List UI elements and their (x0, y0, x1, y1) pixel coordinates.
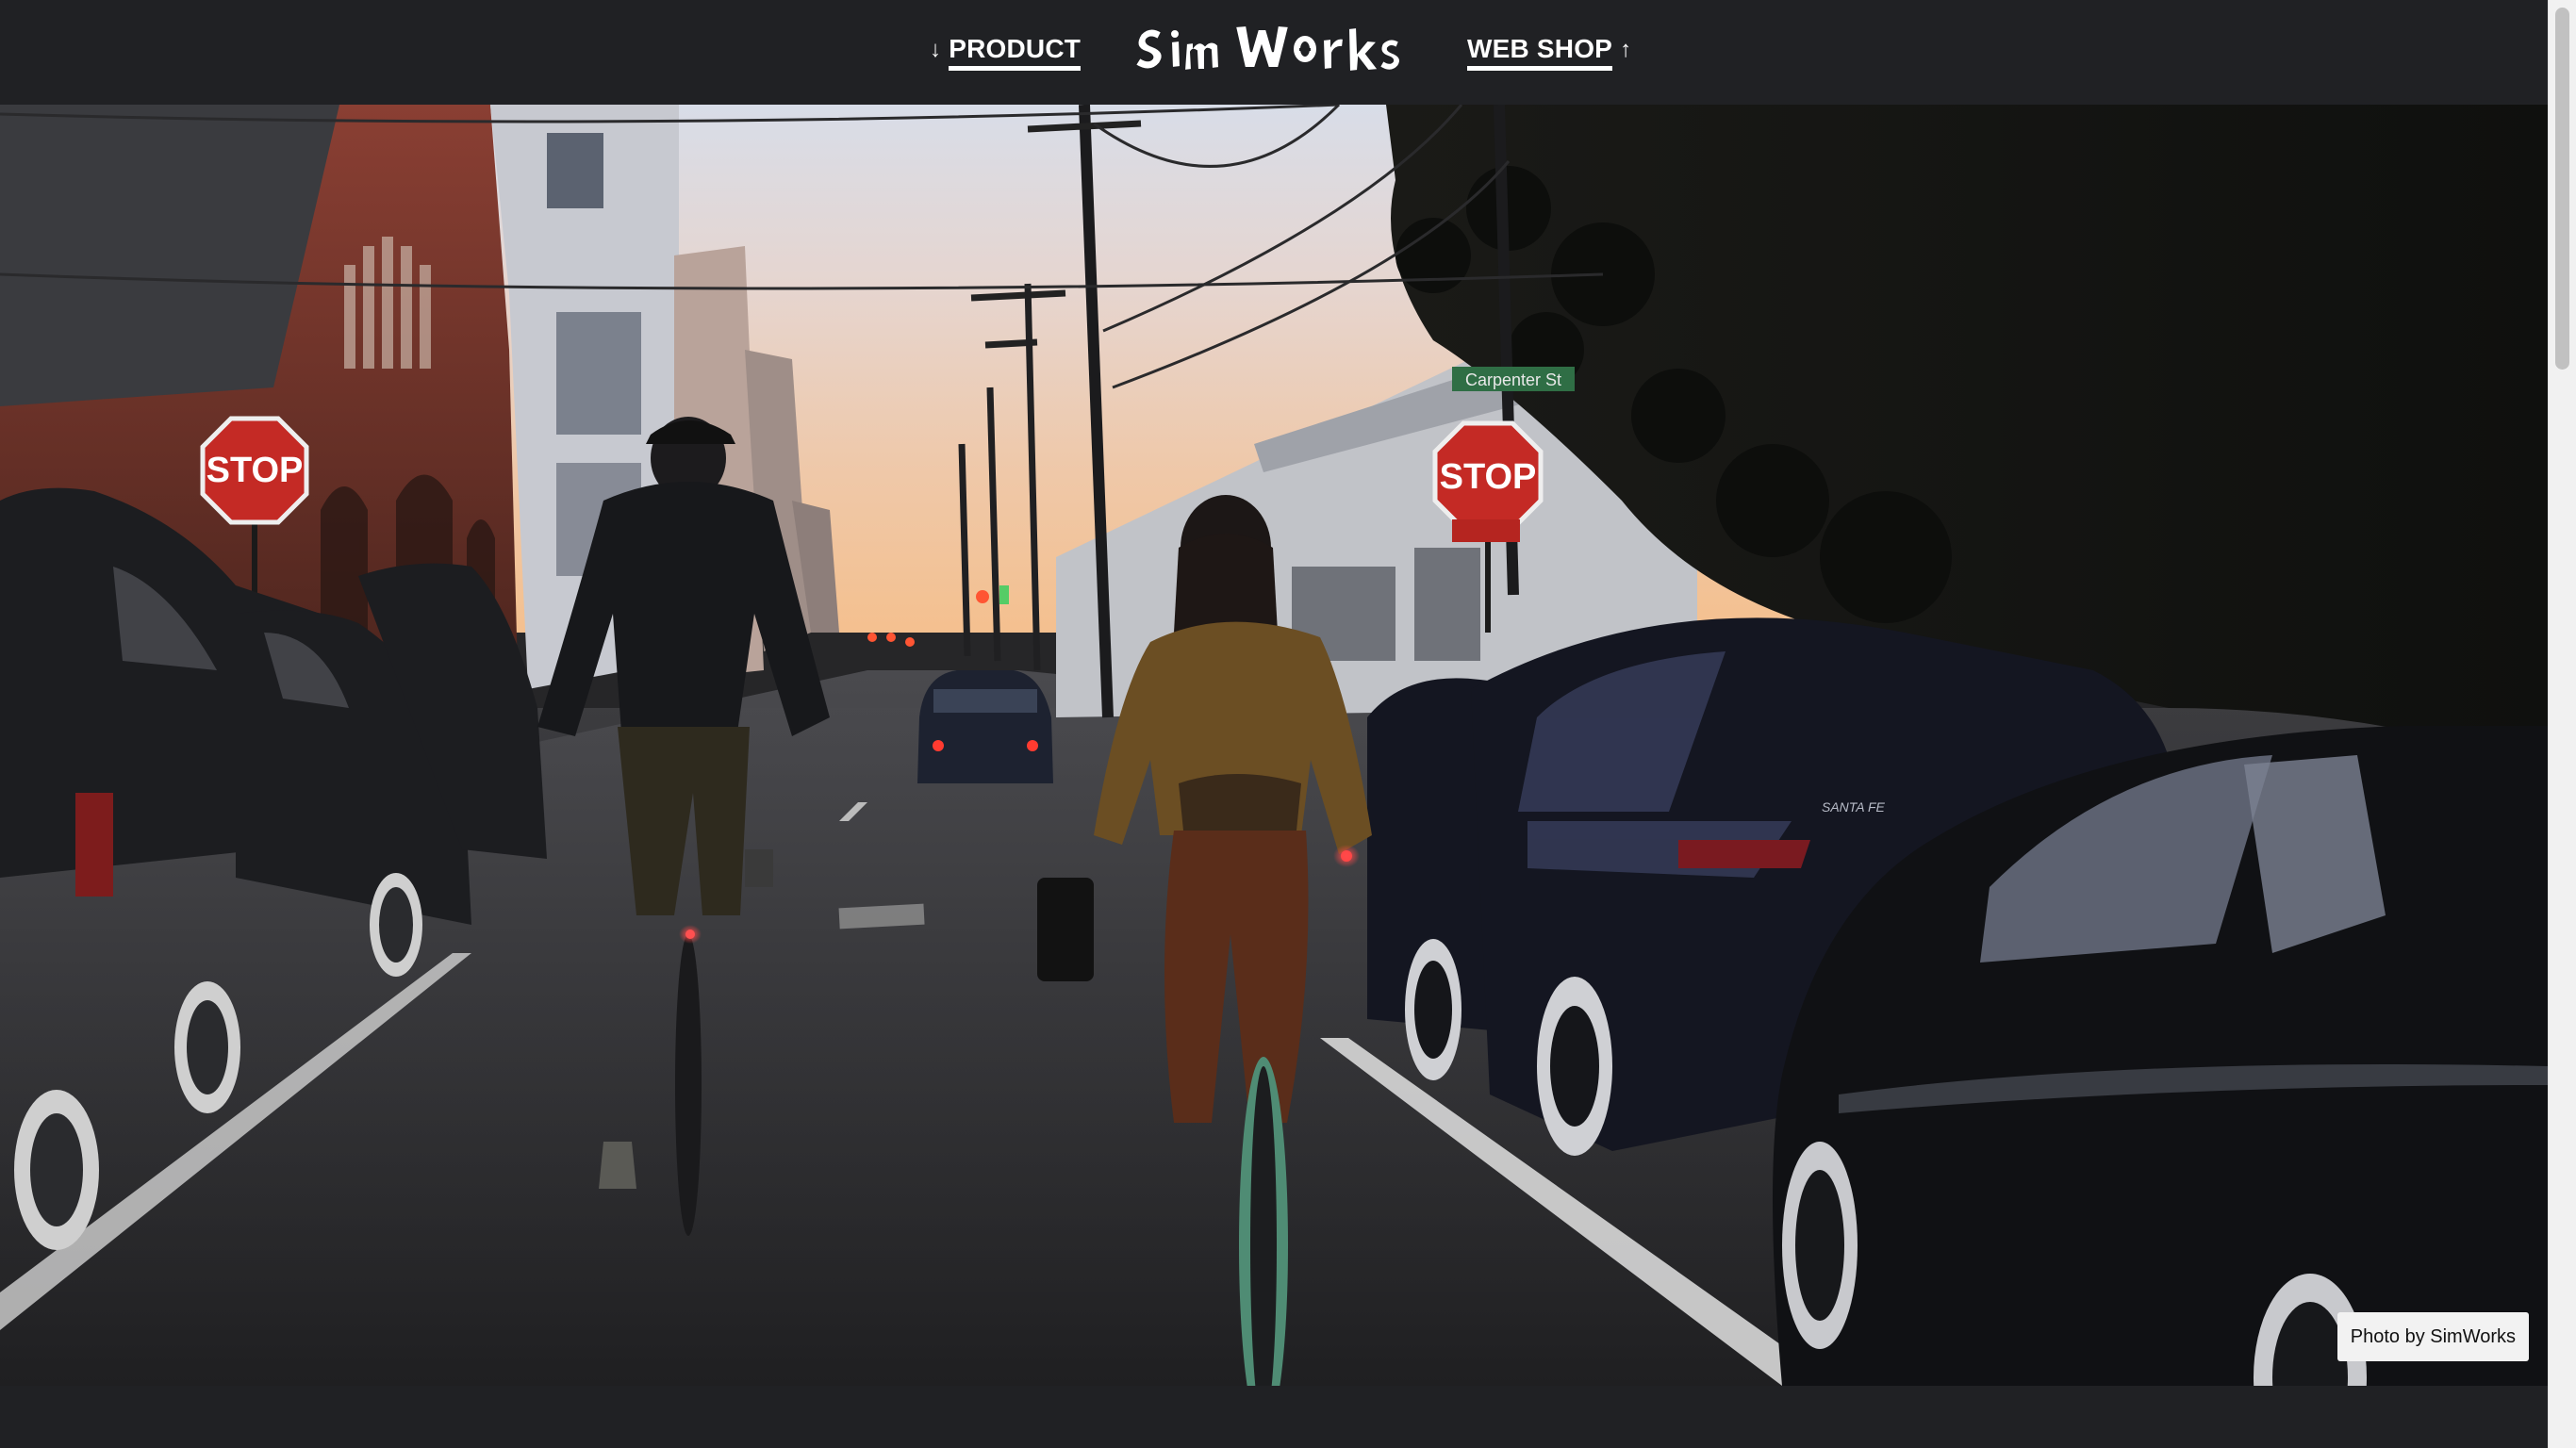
photo-credit: Photo by SimWorks (2337, 1312, 2529, 1361)
nav-product-label: PRODUCT (949, 34, 1082, 71)
site-header: ↓ PRODUCT WEB SHOP ↑ (0, 0, 2548, 105)
svg-text:Carpenter St: Carpenter St (1465, 370, 1561, 389)
street-sign: Carpenter St (1452, 367, 1575, 391)
svg-text:STOP: STOP (206, 451, 304, 490)
arrow-down-icon: ↓ (930, 36, 942, 62)
svg-text:SANTA FE: SANTA FE (1822, 799, 1886, 814)
scrollbar-thumb[interactable] (2555, 8, 2569, 370)
svg-text:STOP: STOP (1440, 457, 1537, 497)
street-cyclists-illustration: STOP STOP Carpenter St SANTA FE (0, 105, 2548, 1386)
nav-webshop-link[interactable]: WEB SHOP ↑ (1467, 34, 1639, 71)
page-scrollbar[interactable] (2548, 0, 2576, 1448)
simworks-logo[interactable] (1130, 13, 1412, 81)
nav-webshop-label: WEB SHOP (1467, 34, 1613, 71)
simworks-logo-mark (1133, 24, 1401, 74)
hero-photo: STOP STOP Carpenter St SANTA FE Photo by… (0, 105, 2548, 1386)
nav-product-link[interactable]: ↓ PRODUCT (922, 34, 1082, 71)
arrow-up-icon: ↑ (1620, 36, 1632, 62)
page: ↓ PRODUCT WEB SHOP ↑ STOP STOP Carpenter… (0, 0, 2548, 1448)
